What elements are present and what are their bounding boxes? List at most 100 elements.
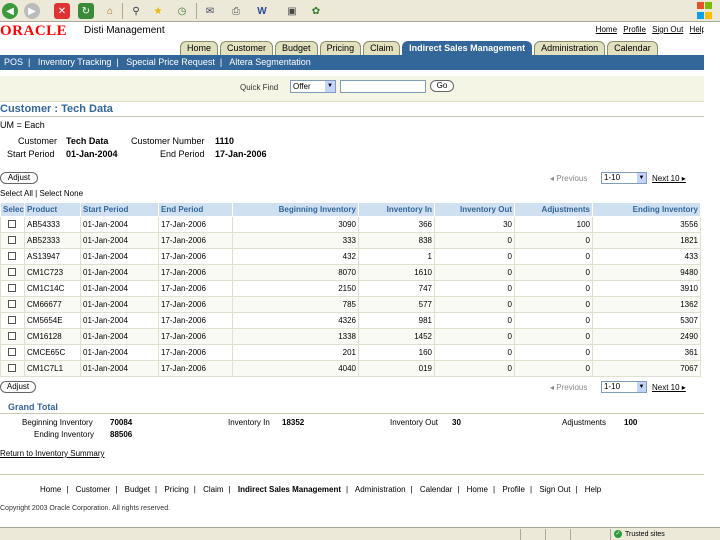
table-row: AB54333 01-Jan-2004 17-Jan-2006 3090 366… (0, 216, 701, 233)
next-link-top[interactable]: Next 10 ▸ (652, 174, 686, 183)
mail-icon[interactable]: ✉ (202, 3, 218, 19)
global-links: Home Profile Sign Out Help (592, 25, 706, 34)
end-period-cell: 17-Jan-2006 (158, 296, 233, 313)
refresh-icon[interactable]: ↻ (78, 3, 94, 19)
browser-status-bar: ✓ Trusted sites (0, 527, 720, 540)
select-none-link[interactable]: Select None (39, 189, 83, 198)
history-icon[interactable]: ◷ (174, 3, 190, 19)
start-period-cell: 01-Jan-2004 (80, 296, 159, 313)
adjust-button-bottom[interactable]: Adjust (0, 381, 36, 393)
beginning-inventory-cell: 432 (232, 248, 359, 265)
tab-claim[interactable]: Claim (363, 41, 401, 55)
row-checkbox[interactable] (8, 251, 16, 260)
row-checkbox[interactable] (8, 219, 16, 228)
quick-find-input[interactable] (340, 80, 426, 93)
col-beginning-inventory[interactable]: Beginning Inventory (232, 202, 359, 217)
tab-home[interactable]: Home (180, 41, 219, 55)
beginning-inventory-cell: 4326 (232, 312, 359, 329)
ending-inventory-cell: 1821 (592, 232, 701, 249)
adjustments-cell: 100 (514, 216, 593, 233)
app-name: Disti Management (84, 25, 165, 36)
subnav-inventory-tracking[interactable]: Inventory Tracking (38, 57, 112, 67)
footer-link-customer[interactable]: Customer (76, 485, 111, 494)
footer-link-home[interactable]: Home (40, 485, 61, 494)
select-all-link[interactable]: Select All (0, 189, 33, 198)
home-icon[interactable]: ⌂ (102, 3, 118, 19)
col-adjustments[interactable]: Adjustments (514, 202, 593, 217)
col-start-period[interactable]: Start Period (80, 202, 159, 217)
row-checkbox[interactable] (8, 347, 16, 356)
adjust-button-top[interactable]: Adjust (0, 172, 38, 184)
status-pane (545, 529, 546, 540)
scrollbar-track[interactable] (704, 22, 720, 527)
global-link-home[interactable]: Home (596, 25, 617, 34)
footer-link-claim[interactable]: Claim (203, 485, 223, 494)
product-cell: AS13947 (24, 248, 81, 265)
row-checkbox[interactable] (8, 299, 16, 308)
subnav-pos[interactable]: POS (4, 57, 23, 67)
row-checkbox[interactable] (8, 331, 16, 340)
go-button[interactable]: Go (430, 80, 454, 92)
col-ending-inventory[interactable]: Ending Inventory (592, 202, 701, 217)
next-link-bottom[interactable]: Next 10 ▸ (652, 383, 686, 392)
forward-icon[interactable]: ▶ (24, 3, 40, 19)
browser-toolbar: ◀ ▶ ✕ ↻ ⌂ ⚲ ★ ◷ ✉ ⎙ W ▣ ✿ (0, 0, 720, 22)
previous-link-bottom[interactable]: ◂ Previous (550, 383, 587, 392)
chevron-down-icon: ▼ (325, 81, 335, 92)
tab-customer[interactable]: Customer (220, 41, 274, 55)
back-icon[interactable]: ◀ (2, 3, 18, 19)
col-end-period[interactable]: End Period (158, 202, 233, 217)
footer-link-profile[interactable]: Profile (502, 485, 525, 494)
tab-budget[interactable]: Budget (275, 41, 318, 55)
col-inventory-in[interactable]: Inventory In (358, 202, 435, 217)
footer-link-budget[interactable]: Budget (125, 485, 150, 494)
footer-link-pricing[interactable]: Pricing (164, 485, 188, 494)
inventory-in-cell: 160 (358, 344, 435, 361)
adjustments-cell: 0 (514, 280, 593, 297)
footer-link-home-2[interactable]: Home (467, 485, 488, 494)
subnav-special-price-request[interactable]: Special Price Request (126, 57, 215, 67)
return-to-inventory-summary-link[interactable]: Return to Inventory Summary (0, 449, 104, 458)
tab-pricing[interactable]: Pricing (319, 41, 362, 55)
row-checkbox[interactable] (8, 315, 16, 324)
windows-logo-icon (674, 1, 714, 21)
print-icon[interactable]: ⎙ (228, 3, 244, 19)
col-inventory-out[interactable]: Inventory Out (434, 202, 515, 217)
inventory-out-cell: 30 (434, 216, 515, 233)
messenger-icon[interactable]: ✿ (308, 3, 324, 19)
end-period-cell: 17-Jan-2006 (158, 312, 233, 329)
discuss-icon[interactable]: ▣ (284, 3, 300, 19)
previous-link-top[interactable]: ◂ Previous (550, 174, 587, 183)
toolbar-separator (122, 3, 123, 19)
stop-icon[interactable]: ✕ (54, 3, 70, 19)
footer-link-calendar[interactable]: Calendar (420, 485, 452, 494)
previous-label: Previous (556, 174, 588, 183)
inventory-out-cell: 0 (434, 232, 515, 249)
footer-link-help[interactable]: Help (585, 485, 601, 494)
footer-link-indirect-sales-management[interactable]: Indirect Sales Management (238, 485, 341, 494)
quick-find-label: Quick Find (240, 83, 279, 92)
global-link-profile[interactable]: Profile (623, 25, 646, 34)
row-select-cell (0, 360, 25, 377)
row-checkbox[interactable] (8, 267, 16, 276)
row-checkbox[interactable] (8, 283, 16, 292)
row-select-cell (0, 280, 25, 297)
tab-calendar[interactable]: Calendar (607, 41, 658, 55)
search-icon[interactable]: ⚲ (128, 3, 144, 19)
footer-link-sign-out[interactable]: Sign Out (539, 485, 570, 494)
row-checkbox[interactable] (8, 235, 16, 244)
edit-icon[interactable]: W (254, 3, 270, 19)
quick-find-type-select[interactable]: Offer ▼ (290, 80, 336, 93)
global-link-sign-out[interactable]: Sign Out (652, 25, 683, 34)
footer-link-administration[interactable]: Administration (355, 485, 406, 494)
footer-links: Home | Customer | Budget | Pricing | Claim | … (40, 485, 602, 494)
col-product[interactable]: Product (24, 202, 81, 217)
gt-beginning-label: Beginning Inventory (22, 418, 93, 427)
subnav-altera-segmentation[interactable]: Altera Segmentation (229, 57, 311, 67)
range-select-bottom[interactable]: 1-10 ▼ (601, 381, 647, 393)
row-checkbox[interactable] (8, 363, 16, 372)
tab-administration[interactable]: Administration (534, 41, 606, 55)
favorites-icon[interactable]: ★ (150, 3, 166, 19)
range-select-top[interactable]: 1-10 ▼ (601, 172, 647, 184)
tab-indirect-sales-management[interactable]: Indirect Sales Management (402, 41, 533, 55)
